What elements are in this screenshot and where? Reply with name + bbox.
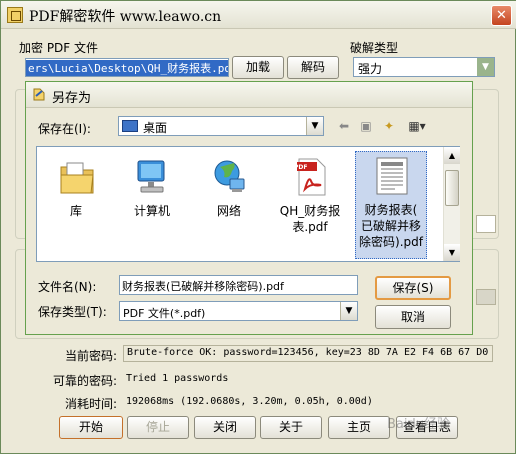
possible-password-value: Tried 1 passwords xyxy=(126,373,229,384)
document-thumbnail-icon xyxy=(376,157,408,195)
file-caption-library: 库 xyxy=(69,204,82,218)
load-button[interactable]: 加载 xyxy=(232,56,284,79)
file-caption-network: 网络 xyxy=(216,204,241,218)
cancel-button[interactable]: 取消 xyxy=(375,305,451,329)
desktop-icon xyxy=(122,120,138,132)
dialog-title-text: 另存为 xyxy=(52,91,92,106)
close-window-button[interactable]: ✕ xyxy=(491,5,512,26)
main-title-text: PDF解密软件 www.leawo.cn xyxy=(29,9,222,25)
chevron-down-icon[interactable]: ▼ xyxy=(477,58,494,76)
filename-label: 文件名(N): xyxy=(38,280,97,294)
up-folder-icon[interactable]: ▣ xyxy=(357,118,375,134)
view-menu-icon[interactable]: ▦▾ xyxy=(402,118,432,134)
save-as-dialog: 另存为 保存在(I): 桌面 ▼ ⬅ ▣ ✦ ▦▾ 库 计算机 网络 PDF Q… xyxy=(25,81,473,335)
pdf-badge: PDF xyxy=(294,164,308,171)
pdf-file-icon xyxy=(297,158,326,196)
hidden-field-2 xyxy=(476,289,496,305)
watermark: Baidu经验 xyxy=(387,417,450,432)
file-item[interactable]: 库 xyxy=(41,153,111,257)
filename-input[interactable]: 财务报表(已破解并移除密码).pdf xyxy=(119,275,358,295)
about-button[interactable]: 关于 xyxy=(260,416,322,439)
chevron-down-icon[interactable]: ▼ xyxy=(306,117,323,135)
crack-type-select[interactable]: 强力 ▼ xyxy=(353,57,495,77)
back-arrow-icon[interactable]: ⬅ xyxy=(335,118,353,134)
file-item[interactable]: 计算机 xyxy=(117,153,187,257)
home-button[interactable]: 主页 xyxy=(328,416,390,439)
network-globe-icon xyxy=(214,160,245,192)
save-in-select[interactable]: 桌面 ▼ xyxy=(118,116,324,136)
time-label: 消耗时间: xyxy=(64,397,117,411)
scroll-thumb[interactable] xyxy=(445,170,459,206)
dialog-title-bar[interactable]: 另存为 xyxy=(26,82,472,108)
save-as-icon xyxy=(33,88,45,101)
current-password-value: Brute-force OK: password=123456, key=23 … xyxy=(123,345,493,362)
close-button[interactable]: 关闭 xyxy=(194,416,256,439)
file-item-selected[interactable]: 财务报表(已破解并移 除密码).pdf xyxy=(355,151,427,259)
start-button[interactable]: 开始 xyxy=(59,416,123,439)
vertical-scrollbar[interactable]: ▲ ▼ xyxy=(443,147,460,261)
file-item[interactable]: 网络 xyxy=(194,153,264,257)
scroll-up-icon[interactable]: ▲ xyxy=(444,147,460,164)
pdf-path-text: ers\Lucia\Desktop\QH_财务报表.pdf xyxy=(26,60,228,76)
file-caption-pdf: QH_财务报 表.pdf xyxy=(279,204,341,234)
library-folder-icon xyxy=(60,162,94,194)
save-button[interactable]: 保存(S) xyxy=(375,276,451,300)
file-caption-computer: 计算机 xyxy=(133,204,170,218)
filetype-select[interactable]: PDF 文件(*.pdf) ▼ xyxy=(119,301,358,321)
save-in-value: 桌面 xyxy=(143,121,168,135)
crack-type-label: 破解类型 xyxy=(350,41,399,55)
possible-password-label: 可靠的密码: xyxy=(52,374,117,388)
new-folder-icon[interactable]: ✦ xyxy=(380,118,398,134)
chevron-down-icon[interactable]: ▼ xyxy=(340,302,357,320)
current-password-label: 当前密码: xyxy=(64,349,117,363)
decrypt-button[interactable]: 解码 xyxy=(287,56,339,79)
computer-icon xyxy=(137,160,165,193)
file-list[interactable]: 库 计算机 网络 PDF QH_财务报 表.pdf 财务报表(已破解并移 除密… xyxy=(36,146,460,262)
save-in-label: 保存在(I): xyxy=(38,122,91,136)
stop-button[interactable]: 停止 xyxy=(127,416,189,439)
filetype-value: PDF 文件(*.pdf) xyxy=(123,307,206,320)
scroll-down-icon[interactable]: ▼ xyxy=(444,244,460,261)
filetype-label: 保存类型(T): xyxy=(38,305,107,319)
app-icon xyxy=(7,7,23,23)
pdf-group-label: 加密 PDF 文件 xyxy=(19,41,99,55)
main-title-bar[interactable]: PDF解密软件 www.leawo.cn ✕ xyxy=(1,1,516,29)
hidden-field-1[interactable] xyxy=(476,215,496,233)
file-caption-selected: 财务报表(已破解并移 除密码).pdf xyxy=(359,203,423,249)
crack-type-value: 强力 xyxy=(358,62,383,76)
time-value: 192068ms (192.0680s, 3.20m, 0.05h, 0.00d… xyxy=(126,396,373,407)
pdf-path-input[interactable]: ers\Lucia\Desktop\QH_财务报表.pdf xyxy=(25,58,229,77)
file-item[interactable]: PDF QH_财务报 表.pdf xyxy=(275,153,345,257)
